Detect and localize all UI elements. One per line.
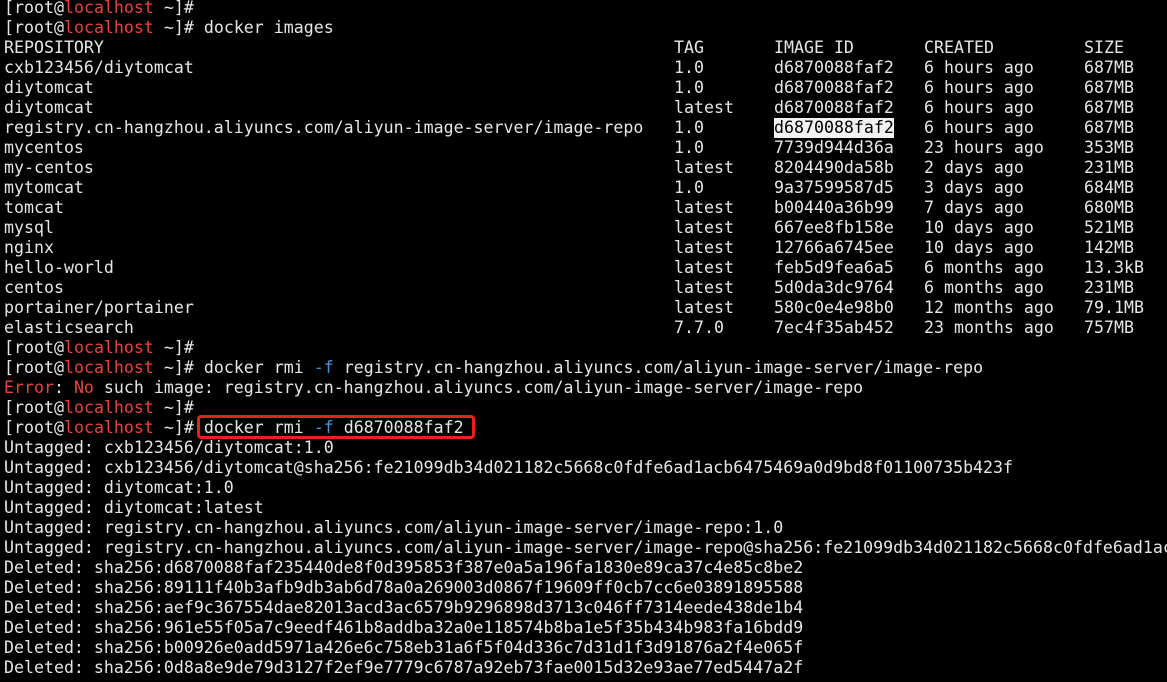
table-row: elasticsearch 7.7.0 7ec4f35ab452 23 months … [4,318,1134,337]
command-line-rmi-by-id: [root@localhost ~]# docker rmi -f d68700… [4,415,1167,439]
prompt-line: [root@localhost ~]# [4,0,204,17]
table-header: REPOSITORY TAG IMAGE ID CREATED SIZE [4,38,1167,58]
table-row: registry.cn-hangzhou.aliyuncs.com/aliyun… [4,118,1134,138]
prompt-line: [root@localhost ~]# [4,338,204,357]
command-line-rmi-by-name: [root@localhost ~]# docker rmi -f regist… [4,358,984,377]
header-repository: REPOSITORY [4,38,104,57]
table-row: diytomcat 1.0 d6870088faf2 6 hours ago 687MB [4,78,1134,97]
table-row: portainer/portainer latest 580c0e4e98b0 12 … [4,298,1144,317]
host-name: localhost [63,398,154,417]
prompt-line: [root@localhost ~]# [4,398,204,417]
host-name: localhost [63,338,154,357]
header-tag: TAG [674,38,704,57]
selected-image-id[interactable]: d6870088faf2 [774,118,894,138]
command-line-docker-images: [root@localhost ~]# docker images [4,18,334,37]
output-line: Untagged: diytomcat:1.0 [4,478,234,497]
command-text: docker images [203,18,334,37]
host-name: localhost [63,0,154,17]
output-line: Deleted: sha256:d6870088faf235440de8f0d3… [4,558,804,577]
table-row: mycentos 1.0 7739d944d36a 23 hours ago 353MB [4,138,1134,157]
output-line: Untagged: cxb123456/diytomcat:1.0 [4,438,334,457]
output-line: Untagged: registry.cn-hangzhou.aliyuncs.… [4,518,784,537]
host-name: localhost [63,18,154,37]
output-line: Untagged: cxb123456/diytomcat@sha256:fe2… [4,458,1014,477]
output-line: Deleted: sha256:89111f40b3afb9db3ab6d78a… [4,578,804,597]
force-flag: -f [313,358,334,377]
header-size: SIZE [1084,38,1124,57]
table-row: hello-world latest feb5d9fea6a5 6 months ag… [4,258,1144,277]
table-row: diytomcat latest d6870088faf2 6 hours ago 68… [4,98,1134,117]
terminal-window[interactable]: [root@localhost ~]# [root@localhost ~]# … [4,0,1167,682]
command-highlight-box [197,415,475,439]
output-line: Untagged: registry.cn-hangzhou.aliyuncs.… [4,538,1167,557]
header-created: CREATED [924,38,994,57]
table-row: centos latest 5d0da3dc9764 6 months ago 231M… [4,278,1134,297]
output-line: Untagged: diytomcat:latest [4,498,264,517]
table-row: mysql latest 667ee8fb158e 10 days ago 521MB [4,218,1134,237]
table-row: mytomcat 1.0 9a37599587d5 3 days ago 684MB [4,178,1134,197]
error-line: Error: No such image: registry.cn-hangzh… [4,378,864,397]
host-name: localhost [63,358,154,377]
table-row: tomcat latest b00440a36b99 7 days ago 680MB [4,198,1134,217]
table-row: nginx latest 12766a6745ee 10 days ago 142MB [4,238,1134,257]
output-line: Deleted: sha256:b00926e0add5971a426e6c75… [4,638,804,657]
header-image-id: IMAGE ID [774,38,854,57]
table-row: cxb123456/diytomcat 1.0 d6870088faf2 6 hour… [4,58,1134,77]
output-line: Deleted: sha256:0d8a8e9de79d3127f2ef9e77… [4,658,804,677]
error-label: Error [4,378,54,397]
output-line: Deleted: sha256:961e55f05a7c9eedf461b8ad… [4,618,804,637]
table-row: my-centos latest 8204490da58b 2 days ago 231… [4,158,1134,177]
host-name: localhost [63,418,154,437]
output-line: Deleted: sha256:aef9c367554dae82013acd3a… [4,598,804,617]
